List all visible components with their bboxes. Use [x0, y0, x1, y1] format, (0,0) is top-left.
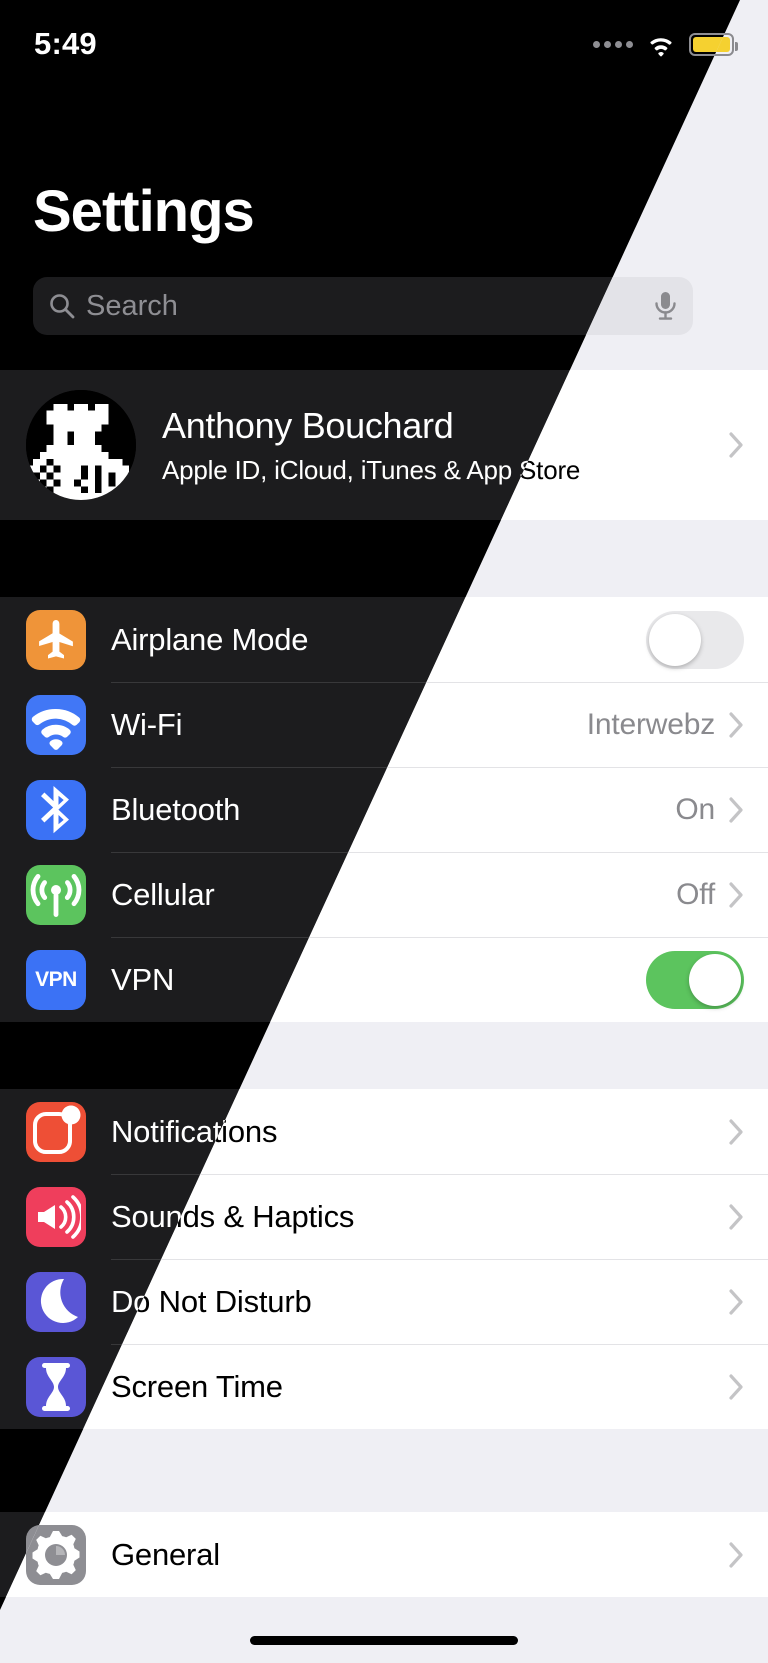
chevron-right-icon — [729, 1118, 744, 1145]
iphone-settings-screen: 5:49 Settings Search Anthony Bouchard Apple … — [0, 0, 768, 1663]
row-value: On — [675, 792, 715, 826]
status-time: 5:49 — [34, 26, 97, 61]
airplane-icon — [26, 609, 86, 670]
search-placeholder: Search — [86, 289, 178, 322]
signal-dots-icon — [593, 40, 633, 48]
chevron-right-icon — [729, 796, 744, 823]
chevron-right-icon — [729, 1203, 744, 1230]
bluetooth-icon — [26, 779, 86, 840]
chevron-right-icon — [729, 1373, 744, 1400]
row-value: Off — [676, 877, 715, 911]
chevron-right-icon — [729, 1541, 744, 1568]
row-label: General — [111, 1536, 220, 1572]
cellular-antenna-icon — [26, 864, 86, 925]
speaker-icon — [26, 1186, 86, 1247]
chess-rook-avatar — [26, 390, 136, 500]
vpn-icon: VPN — [26, 949, 86, 1010]
page-title: Settings — [33, 179, 255, 244]
chevron-right-icon — [729, 881, 744, 908]
status-bar: 5:49 — [0, 0, 768, 88]
wifi-icon — [646, 33, 676, 57]
row-value: Interwebz — [586, 707, 715, 741]
search-icon — [49, 293, 75, 319]
notification-badge-icon — [26, 1101, 86, 1162]
group-general: General — [0, 1512, 768, 1597]
microphone-icon[interactable] — [653, 291, 677, 321]
row-label: Screen Time — [111, 1368, 283, 1404]
wifi-icon — [26, 694, 86, 755]
hourglass-icon — [26, 1356, 86, 1417]
home-indicator[interactable] — [250, 1636, 518, 1645]
chevron-right-icon — [729, 711, 744, 738]
row-label: Sounds & Haptics — [111, 1198, 355, 1234]
toggle-airplane-mode[interactable] — [646, 610, 744, 669]
chevron-right-icon — [729, 1288, 744, 1315]
status-icons — [593, 32, 738, 57]
toggle-vpn[interactable] — [646, 950, 744, 1009]
settings-row-general[interactable]: General — [0, 1512, 768, 1597]
chevron-right-icon — [729, 432, 744, 458]
row-label: Do Not Disturb — [111, 1283, 312, 1319]
moon-icon — [26, 1271, 86, 1332]
